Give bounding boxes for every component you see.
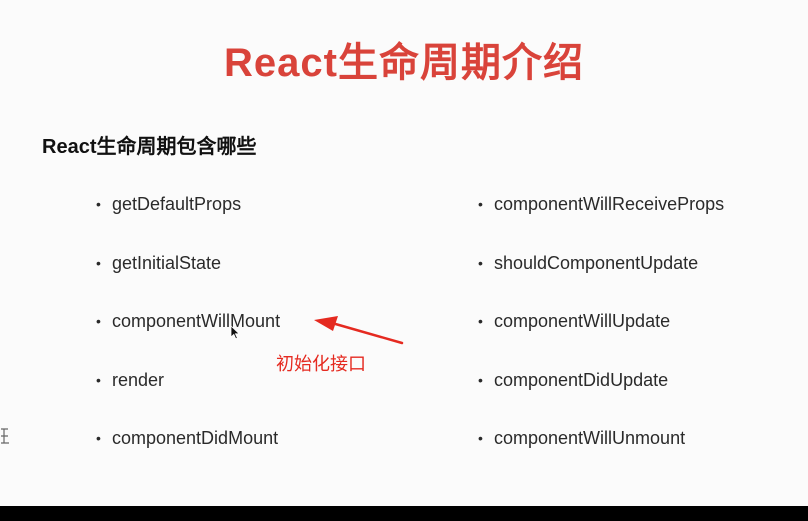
bullet-dot: • (478, 196, 483, 212)
bullet-dot: • (478, 371, 483, 388)
cropped-edge-glyph (0, 425, 10, 447)
bullet-dot: • (478, 430, 483, 446)
slide-subtitle: React生命周期包含哪些 (42, 136, 257, 158)
list-item-text: getDefaultProps (112, 194, 242, 214)
cropped-glyph-icon (1, 428, 9, 444)
list-item: • componentWillMount (96, 307, 280, 366)
bullet-dot: • (478, 254, 483, 271)
annotation-label: 初始化接口 (276, 354, 366, 374)
bullet-dot: • (96, 371, 101, 388)
mouse-pointer-icon (230, 325, 240, 340)
list-item-text: componentWillUnmount (494, 428, 686, 448)
list-item-text: componentWillUpdate (494, 311, 671, 331)
slide: React生命周期介绍 React生命周期包含哪些 • getDefaultPro… (0, 0, 808, 506)
list-item-text: componentDidUpdate (494, 369, 669, 390)
bullet-dot: • (96, 430, 101, 446)
list-item-text: shouldComponentUpdate (494, 252, 699, 273)
left-lifecycle-list: • getDefaultProps • getInitialState • compo… (96, 190, 280, 483)
list-item-text: getInitialState (112, 252, 222, 273)
bullet-dot: • (96, 254, 101, 271)
red-annotation-arrow-icon (314, 316, 404, 345)
list-item: • componentWillReceiveProps (478, 190, 724, 249)
bullet-dot: • (478, 313, 483, 329)
list-item: • componentDidMount (96, 424, 280, 483)
list-item: • componentWillUpdate (478, 307, 724, 366)
list-item-text: componentWillMount (112, 311, 281, 331)
slide-title: React生命周期介绍 (224, 41, 584, 85)
bullet-dot: • (96, 313, 101, 329)
bullet-dot: • (96, 196, 101, 212)
list-item: • componentDidUpdate (478, 366, 724, 425)
list-item: • shouldComponentUpdate (478, 249, 724, 308)
list-item-text: componentWillReceiveProps (494, 194, 725, 214)
list-item-text: render (112, 369, 165, 390)
list-item: • render (96, 366, 280, 425)
list-item-text: componentDidMount (112, 428, 279, 448)
list-item: • getDefaultProps (96, 190, 280, 249)
list-item: • getInitialState (96, 249, 280, 308)
right-lifecycle-list: • componentWillReceiveProps • shouldCompon… (478, 190, 724, 483)
bottom-black-bar (0, 506, 808, 521)
list-item: • componentWillUnmount (478, 424, 724, 483)
